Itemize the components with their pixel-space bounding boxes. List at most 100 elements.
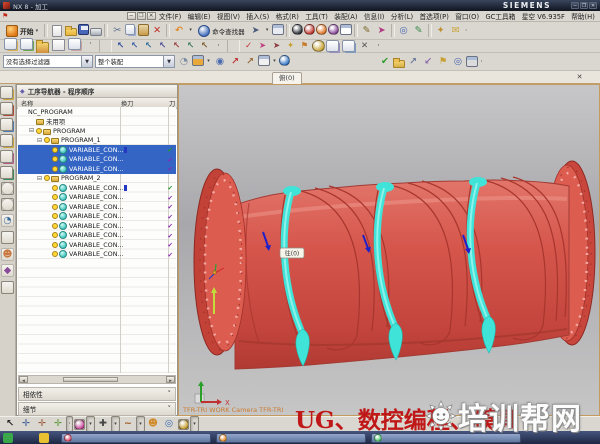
dropdown-arrow[interactable]	[187, 24, 194, 38]
navigator-row[interactable]: VARIABLE_CON...	[18, 202, 176, 212]
horizontal-scrollbar[interactable]: ◂ ▸	[18, 375, 176, 384]
new-icon[interactable]	[52, 25, 62, 37]
deselect-icon[interactable]: ↖	[170, 40, 183, 52]
selection-filter-dropdown[interactable]: 没有选择过滤器 ▼	[3, 55, 93, 68]
layout-icon[interactable]	[340, 24, 352, 35]
constraint-navigator-icon[interactable]	[0, 102, 13, 115]
navigator-row[interactable]: PROGRAM_1	[18, 136, 176, 146]
generate-icon[interactable]: ➤	[256, 40, 269, 52]
dropdown-arrow[interactable]	[87, 417, 94, 431]
magnify-icon[interactable]: ◎	[162, 417, 176, 431]
menu-item[interactable]: 视图(V)	[214, 11, 244, 21]
menu-item[interactable]: GC工具箱	[482, 11, 518, 21]
window-box-icon[interactable]	[272, 24, 284, 35]
rect-select-icon[interactable]	[258, 55, 270, 66]
sketch-icon[interactable]: ✎	[412, 24, 426, 38]
touch-mode-icon[interactable]: ➤	[249, 24, 263, 38]
tab-close-icon[interactable]: ✕	[575, 73, 584, 82]
open-icon[interactable]	[65, 28, 77, 36]
menu-item[interactable]: 格式(R)	[272, 11, 302, 21]
separator[interactable]	[286, 24, 290, 37]
vector-dn-icon[interactable]: ↗	[243, 55, 257, 69]
tool-icon[interactable]	[312, 40, 325, 52]
system-materials-icon[interactable]: ◆	[1, 264, 14, 277]
menu-item[interactable]: 帮助(H)	[568, 11, 598, 21]
print-icon[interactable]	[90, 28, 102, 36]
point-constructor-icon[interactable]: ✚	[96, 417, 110, 431]
wireframe-display-icon[interactable]	[304, 24, 315, 35]
dropdown-arrow[interactable]	[264, 24, 271, 38]
menu-item[interactable]: 窗口(O)	[452, 11, 482, 21]
studio-display-icon[interactable]	[316, 24, 327, 35]
machine-icon[interactable]: ➤	[270, 40, 283, 52]
export-icon[interactable]: ↗	[406, 55, 420, 69]
menu-item[interactable]: 分析(L)	[388, 11, 417, 21]
navigator-row[interactable]: PROGRAM_2	[18, 174, 176, 184]
menu-item[interactable]: 工具(T)	[302, 11, 331, 21]
pattern-icon[interactable]	[20, 38, 33, 50]
navigator-row[interactable]: VARIABLE_CON...	[18, 145, 176, 155]
separator[interactable]	[354, 24, 358, 37]
dependencies-section[interactable]: 相依性 ˅	[18, 387, 176, 401]
command-finder-button[interactable]: 命令查找器	[195, 24, 248, 38]
operation-navigator-icon[interactable]	[0, 134, 13, 147]
navigator-row[interactable]: VARIABLE_CON...	[18, 250, 176, 260]
globe-icon[interactable]	[279, 55, 290, 66]
navigator-row[interactable]: VARIABLE_CON...	[18, 240, 176, 250]
scroll-right-arrow[interactable]: ▸	[166, 376, 175, 383]
menu-item[interactable]: 信息(I)	[361, 11, 388, 21]
post-icon[interactable]: ✦	[284, 40, 297, 52]
navigator-row[interactable]: VARIABLE_CON...	[18, 231, 176, 241]
select-cursor-icon[interactable]: ↖	[3, 417, 17, 431]
details-section[interactable]: 细节 ˅	[18, 402, 176, 416]
shaded-display-icon[interactable]	[292, 24, 303, 35]
overflow-dot[interactable]	[67, 417, 72, 431]
sheet-icon[interactable]	[52, 39, 65, 51]
overflow-dot[interactable]	[479, 55, 484, 69]
link-icon[interactable]	[68, 38, 81, 50]
navigator-row[interactable]: VARIABLE_CON...	[18, 164, 176, 174]
shop-doc-icon[interactable]	[326, 40, 339, 52]
dropdown-arrow[interactable]	[191, 417, 198, 431]
menu-item[interactable]: 星空 V6.935F	[519, 11, 568, 21]
scroll-left-arrow[interactable]: ◂	[19, 376, 28, 383]
overflow-dot[interactable]	[372, 40, 385, 52]
cancel-icon[interactable]: ✕	[358, 40, 371, 52]
navigator-row[interactable]: 未用项	[18, 117, 176, 127]
grid-icon[interactable]	[466, 56, 478, 67]
navigator-row[interactable]: VARIABLE_CON...	[18, 155, 176, 165]
mail-icon[interactable]: ✉	[449, 24, 463, 38]
doc-minimize-button[interactable]: ─	[127, 12, 136, 20]
copy-icon[interactable]	[125, 24, 135, 35]
dropdown-arrow[interactable]	[271, 55, 278, 69]
separator[interactable]	[391, 24, 395, 37]
menu-item[interactable]: 文件(F)	[156, 11, 185, 21]
assembly-navigator-icon[interactable]	[0, 86, 13, 99]
fence-select-icon[interactable]	[192, 55, 204, 66]
vector-up-icon[interactable]: ↗	[228, 55, 242, 69]
pinwheel-icon[interactable]	[74, 419, 85, 430]
ok-check-icon[interactable]: ✔	[378, 55, 392, 69]
navigator-row[interactable]: PROGRAM	[18, 126, 176, 136]
menu-item[interactable]: 首选项(P)	[416, 11, 452, 21]
expand-toggle[interactable]	[29, 127, 36, 134]
select-edge-icon[interactable]: ↖	[142, 40, 155, 52]
dropdown-arrow[interactable]	[112, 417, 119, 431]
feature-icon[interactable]	[4, 38, 17, 50]
history-icon[interactable]: ◔	[1, 214, 14, 227]
simulate-icon[interactable]: ⚑	[298, 40, 311, 52]
launcher-2-icon[interactable]	[39, 433, 49, 443]
navigator-title-bar[interactable]: ◆ 工序导航器 - 程序顺序	[17, 85, 177, 98]
navigator-row[interactable]: NC_PROGRAM	[18, 107, 176, 117]
menu-item[interactable]: 装配(A)	[331, 11, 361, 21]
part-navigator-icon[interactable]	[0, 118, 13, 131]
snap-angle-icon[interactable]: ◔	[177, 55, 191, 69]
verify-toolpath-icon[interactable]: ✓	[242, 40, 255, 52]
open-set-icon[interactable]	[393, 60, 405, 68]
selection-scope-dropdown[interactable]: 整个装配 ▼	[95, 55, 175, 68]
overflow-dot[interactable]	[464, 24, 469, 38]
touch-panel-icon[interactable]	[1, 281, 14, 294]
start-menu-button[interactable]: 开始 ▾	[2, 22, 42, 39]
select-face-icon[interactable]: ↖	[128, 40, 141, 52]
dropdown-arrow[interactable]	[205, 55, 212, 69]
